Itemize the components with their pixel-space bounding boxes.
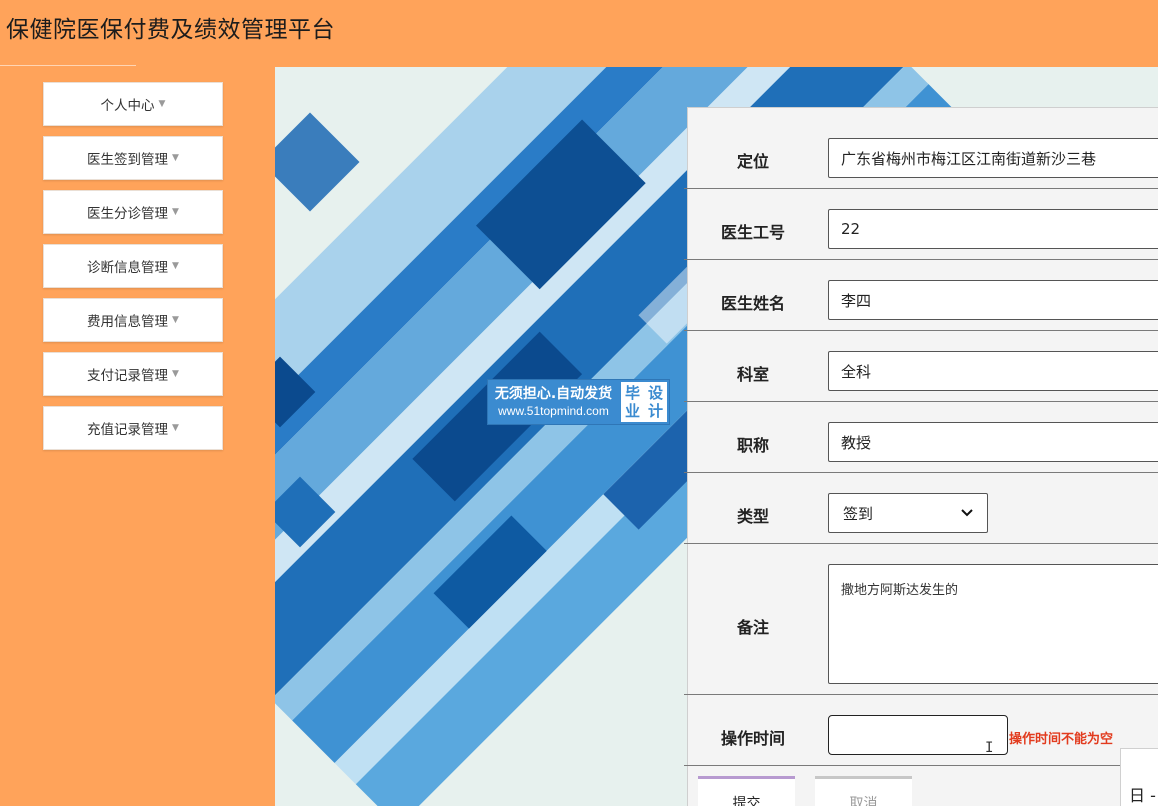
caret-down-icon: ▼ (172, 207, 179, 217)
remark-textarea[interactable]: 撒地方阿斯达发生的 (828, 564, 1158, 684)
operation-time-label: 操作时间 (720, 729, 785, 748)
submit-button[interactable]: 提交 (698, 776, 795, 806)
department-label: 科室 (736, 365, 769, 384)
caret-down-icon: ▼ (172, 153, 179, 163)
sidebar-item-label: 诊断信息管理 (87, 260, 169, 276)
row-divider (684, 401, 1158, 402)
caret-down-icon: ▼ (172, 423, 179, 433)
text-cursor-icon: I (985, 740, 994, 756)
row-divider (684, 330, 1158, 331)
app-title: 保健院医保付费及绩效管理平台 (6, 17, 335, 43)
sidebar-item-payment[interactable]: 支付记录管理 ▼ (43, 352, 223, 396)
watermark-tag: 毕业 设计 (621, 382, 667, 422)
row-divider (684, 188, 1158, 189)
watermark-badge: 无须担心.自动发货 www.51topmind.com 毕业 设计 (487, 379, 670, 425)
caret-down-icon: ▼ (158, 99, 166, 109)
sidebar-item-diagnosis[interactable]: 诊断信息管理 ▼ (43, 244, 223, 288)
row-divider (684, 765, 1158, 766)
sidebar-item-label: 医生分诊管理 (87, 206, 169, 222)
operation-time-error: 操作时间不能为空 (1009, 732, 1114, 747)
doctor-name-label: 医生姓名 (720, 294, 785, 313)
sidebar-item-fee[interactable]: 费用信息管理 ▼ (43, 298, 223, 342)
row-divider (684, 543, 1158, 544)
sidebar-item-label: 医生签到管理 (87, 152, 169, 168)
row-divider (684, 472, 1158, 473)
operation-time-input[interactable] (828, 715, 1008, 755)
sidebar-item-label: 充值记录管理 (87, 422, 169, 438)
watermark-url: www.51topmind.com (498, 404, 609, 418)
location-input[interactable]: 广东省梅州市梅江区江南街道新沙三巷 (828, 138, 1158, 178)
doctor-id-label: 医生工号 (720, 223, 785, 242)
sidebar-item-label: 费用信息管理 (87, 314, 169, 330)
type-select[interactable]: 签到 (828, 493, 988, 533)
cancel-button[interactable]: 取消 (815, 776, 912, 806)
sidebar-item-label: 个人中心 (100, 98, 155, 114)
row-divider (684, 694, 1158, 695)
sidebar-menu: 个人中心 ▼ 医生签到管理 ▼ 医生分诊管理 ▼ 诊断信息管理 ▼ 费用信息管理 ▼ 支付… (43, 82, 223, 460)
sidebar-item-label: 支付记录管理 (87, 368, 169, 384)
sidebar-item-doctor-signin[interactable]: 医生签到管理 ▼ (43, 136, 223, 180)
caret-down-icon: ▼ (172, 261, 179, 271)
location-label: 定位 (736, 152, 769, 171)
title-divider (0, 65, 136, 66)
sidebar-item-doctor-triage[interactable]: 医生分诊管理 ▼ (43, 190, 223, 234)
type-select-value: 签到 (843, 504, 874, 523)
title-label: 职称 (736, 436, 769, 455)
sidebar-item-recharge[interactable]: 充值记录管理 ▼ (43, 406, 223, 450)
watermark-tag-line1: 毕业 (624, 384, 640, 420)
chevron-down-icon (961, 509, 973, 517)
caret-down-icon: ▼ (172, 369, 179, 379)
row-divider (684, 259, 1158, 260)
date-picker-popup[interactable]: 日 - (1120, 748, 1158, 806)
watermark-slogan: 无须担心.自动发货 (494, 386, 613, 402)
type-label: 类型 (736, 507, 769, 526)
doctor-id-input[interactable]: 22 (828, 209, 1158, 249)
title-input[interactable]: 教授 (828, 422, 1158, 462)
watermark-tag-line2: 设计 (647, 384, 663, 420)
doctor-name-input[interactable]: 李四 (828, 280, 1158, 320)
caret-down-icon: ▼ (172, 315, 179, 325)
department-input[interactable]: 全科 (828, 351, 1158, 391)
remark-label: 备注 (736, 618, 769, 637)
sidebar-item-personal-center[interactable]: 个人中心 ▼ (43, 82, 223, 126)
